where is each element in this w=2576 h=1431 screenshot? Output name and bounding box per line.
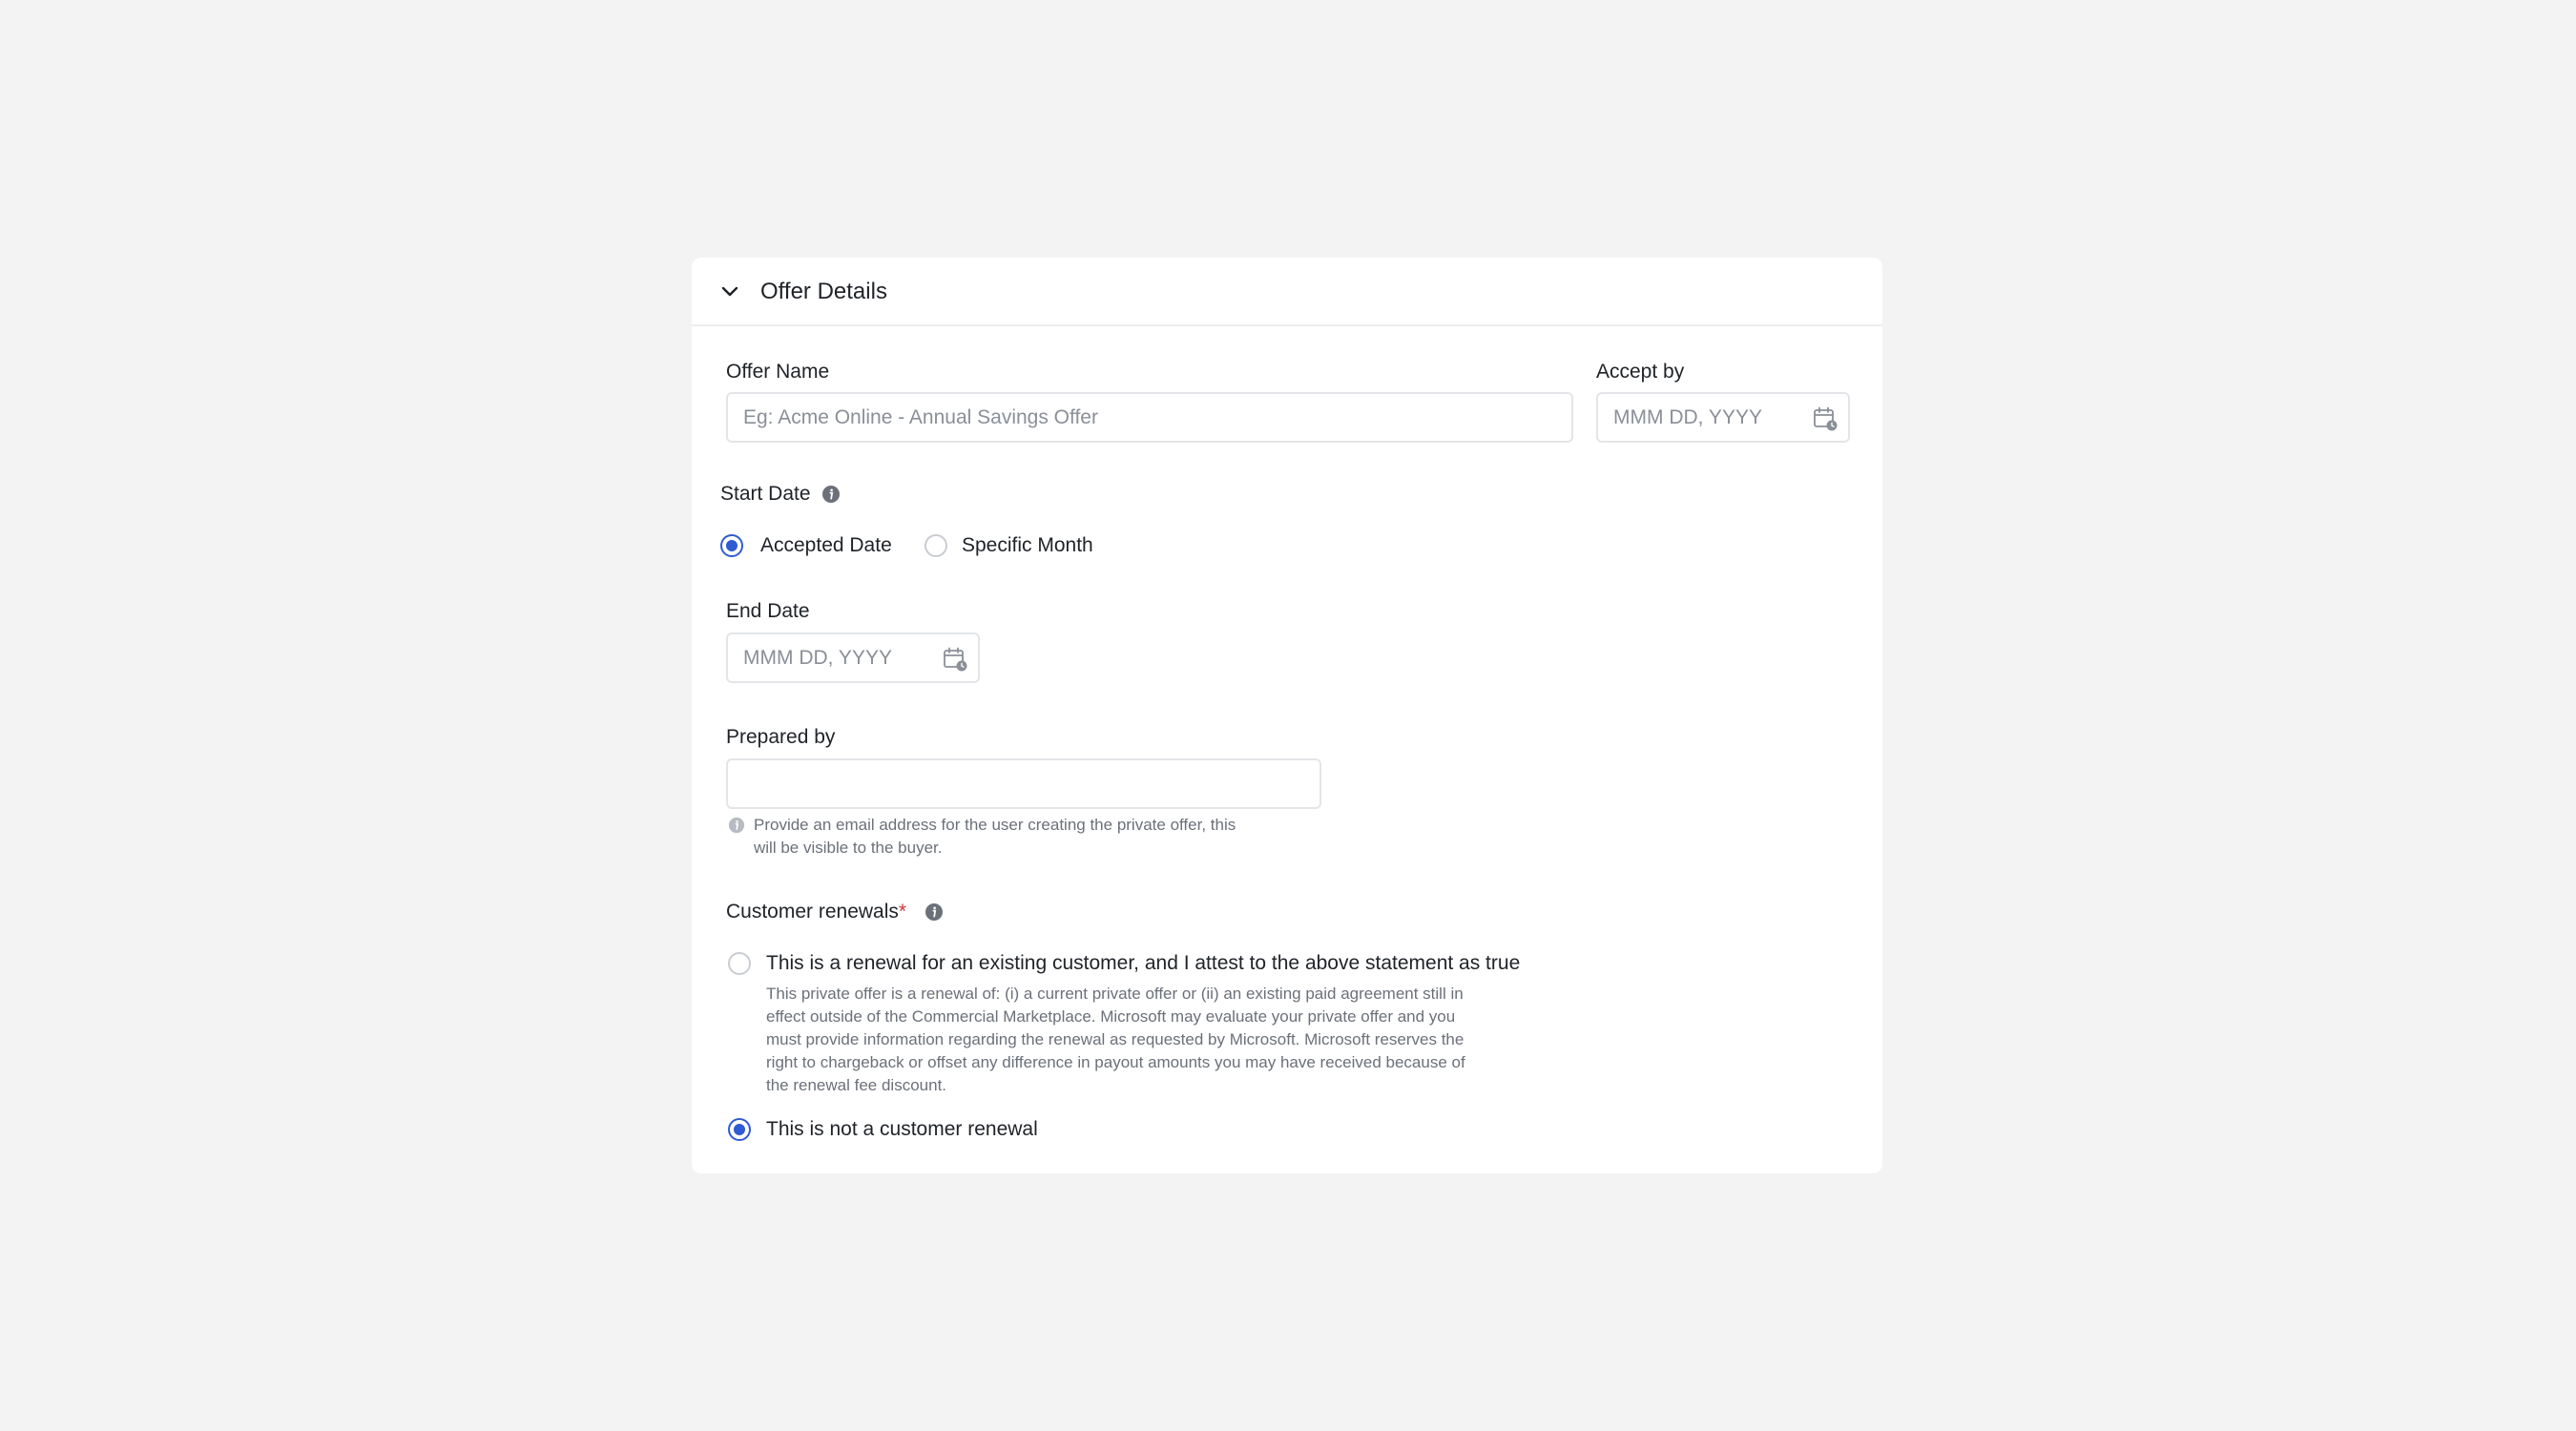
radio-label-renewal-existing-customer[interactable]: This is a renewal for an existing custom… bbox=[766, 949, 1520, 978]
prepared-by-label: Prepared by bbox=[726, 726, 836, 748]
info-icon bbox=[728, 817, 745, 834]
start-date-label: Start Date bbox=[720, 483, 811, 505]
offer-details-card: Offer Details Offer Name Accept by Start… bbox=[692, 258, 1882, 1173]
helper-line: will be visible to the buyer. bbox=[754, 839, 943, 857]
renewal-description: This private offer is a renewal of: (i) … bbox=[766, 983, 1568, 1097]
info-icon[interactable] bbox=[821, 485, 841, 504]
accept-by-input[interactable] bbox=[1598, 394, 1848, 441]
info-icon[interactable] bbox=[924, 902, 944, 922]
radio-accepted-date[interactable] bbox=[720, 534, 743, 557]
calendar-icon[interactable] bbox=[942, 646, 968, 673]
radio-label-not-customer-renewal[interactable]: This is not a customer renewal bbox=[766, 1115, 1038, 1144]
end-date-input[interactable] bbox=[728, 634, 978, 681]
prepared-by-helper-text: Provide an email address for the user cr… bbox=[754, 814, 1345, 860]
end-date-field[interactable] bbox=[726, 633, 980, 683]
radio-renewal-existing-customer[interactable] bbox=[728, 952, 751, 975]
card-header[interactable]: Offer Details bbox=[692, 258, 1882, 326]
renewal-description-line: right to chargeback or offset any differ… bbox=[766, 1053, 1465, 1071]
accept-by-label: Accept by bbox=[1596, 361, 1685, 383]
radio-not-customer-renewal[interactable] bbox=[728, 1118, 751, 1141]
end-date-label: End Date bbox=[726, 600, 810, 622]
radio-label-accepted-date[interactable]: Accepted Date bbox=[760, 531, 892, 560]
renewal-description-line: This private offer is a renewal of: (i) … bbox=[766, 985, 1464, 1003]
prepared-by-input[interactable] bbox=[726, 758, 1321, 809]
card-title: Offer Details bbox=[760, 279, 887, 304]
radio-specific-month[interactable] bbox=[924, 534, 947, 557]
offer-name-input[interactable] bbox=[726, 392, 1573, 443]
offer-name-label: Offer Name bbox=[726, 361, 830, 383]
radio-label-specific-month[interactable]: Specific Month bbox=[962, 531, 1093, 560]
chevron-down-icon[interactable] bbox=[717, 279, 743, 305]
customer-renewals-label-text: Customer renewals bbox=[726, 901, 899, 923]
required-asterisk: * bbox=[898, 901, 907, 923]
accept-by-date-field[interactable] bbox=[1596, 392, 1850, 443]
renewal-description-line: effect outside of the Commercial Marketp… bbox=[766, 1007, 1456, 1026]
helper-line: Provide an email address for the user cr… bbox=[754, 816, 1236, 834]
renewal-description-line: must provide information regarding the r… bbox=[766, 1030, 1465, 1048]
customer-renewals-label: Customer renewals* bbox=[726, 898, 906, 926]
renewal-description-line: the renewal fee discount. bbox=[766, 1076, 947, 1094]
calendar-icon[interactable] bbox=[1812, 405, 1839, 432]
